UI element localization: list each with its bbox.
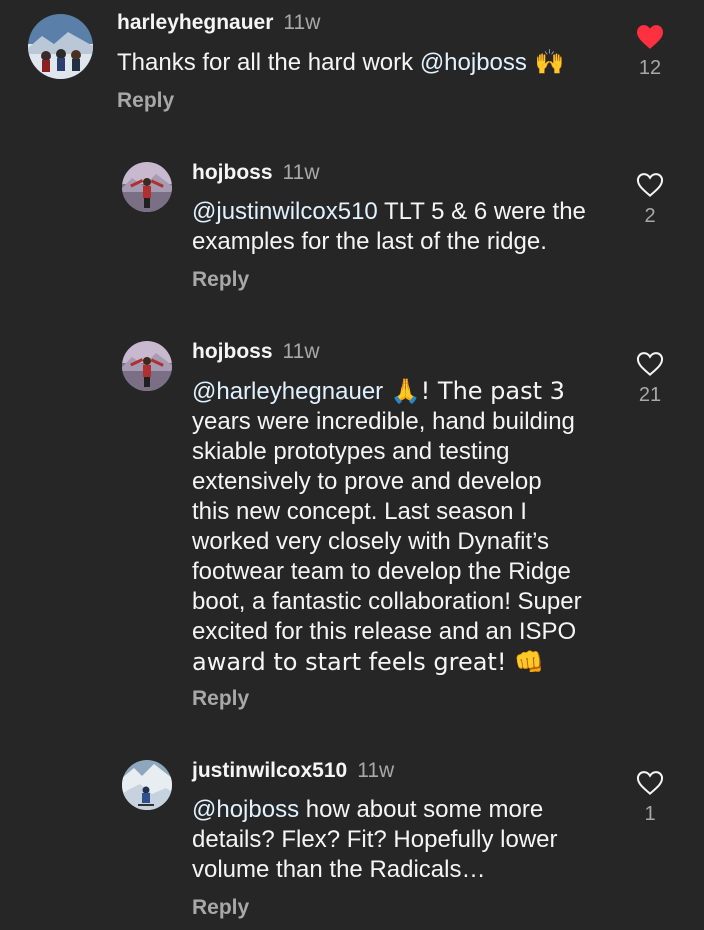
comment-header: harleyhegnauer 11w [117,10,320,36]
username[interactable]: hojboss [192,340,273,363]
comment-line: boot, a fantastic collaboration! Super [192,588,582,615]
comment-line: examples for the last of the ridge. [192,228,547,255]
comment-4: justinwilcox510 11w @hojboss how about so… [0,748,704,930]
like-control: 1 [628,770,672,826]
comment-text: @justinwilcox510 TLT 5 & 6 were the exam… [192,197,586,257]
mention-link[interactable]: @hojboss [420,49,527,76]
comment-line: footwear team to develop the Ridge [192,558,571,585]
reply-button[interactable]: Reply [192,686,249,712]
comment-line: this new concept. Last season I [192,498,527,525]
timestamp: 11w [283,11,321,34]
comment-line: @harleyhegnauer 🙏! The past 3 [192,376,582,407]
comment-line: skiable prototypes and testing [192,438,510,465]
comment-text-start: Thanks for all the hard work [117,49,420,76]
comment-line: years were incredible, hand building [192,408,575,435]
like-count: 21 [638,384,662,406]
username[interactable]: harleyhegnauer [117,11,273,34]
avatar[interactable] [122,760,172,810]
comment-text: @harleyhegnauer 🙏! The past 3 years were… [192,376,582,677]
timestamp: 11w [282,161,320,184]
comment-text-segment: TLT 5 & 6 were the [377,198,586,225]
comment-line: volume than the Radicals… [192,856,486,883]
mention-link[interactable]: @hojboss [192,796,299,823]
like-count: 12 [638,57,662,79]
avatar[interactable] [28,14,93,79]
heart-filled-icon[interactable] [635,24,665,50]
avatar-photo-icon [122,760,172,810]
like-control: 12 [628,24,672,80]
mention-link[interactable]: @justinwilcox510 [192,198,378,225]
comment-3: hojboss 11w @harleyhegnauer 🙏! The past 3… [0,329,704,729]
timestamp: 11w [282,340,320,363]
like-control: 21 [628,351,672,407]
comment-line: award to start feels great! 👊 [192,648,544,676]
heart-outline-icon[interactable] [635,770,665,796]
comment-text: Thanks for all the hard work @hojboss 🙌 [117,47,564,78]
reply-button[interactable]: Reply [192,895,249,921]
like-count: 2 [644,205,656,227]
comment-text-end: 🙌 [526,48,565,76]
comment-line: extensively to prove and develop [192,468,542,495]
reply-button[interactable]: Reply [117,88,174,114]
comment-1: harleyhegnauer 11w Thanks for all the har… [0,0,704,130]
comment-text-segment: 🙏! The past 3 [383,377,565,405]
like-control: 2 [628,172,672,228]
comment-header: justinwilcox510 11w [192,758,394,784]
comment-line: @hojboss how about some more [192,795,558,825]
comment-line: worked very closely with Dynafit’s [192,528,550,555]
like-count: 1 [644,803,656,825]
reply-button[interactable]: Reply [192,267,249,293]
avatar-photo-icon [28,14,93,79]
heart-outline-icon[interactable] [635,351,665,377]
heart-outline-icon[interactable] [635,172,665,198]
comment-2: hojboss 11w @justinwilcox510 TLT 5 & 6 we… [0,150,704,310]
comment-line: excited for this release and an ISPO [192,618,577,645]
comment-header: hojboss 11w [192,160,319,186]
timestamp: 11w [357,759,395,782]
username[interactable]: hojboss [192,161,273,184]
comment-line: details? Flex? Fit? Hopefully lower [192,826,558,853]
avatar[interactable] [122,341,172,391]
avatar-photo-icon [122,341,172,391]
avatar[interactable] [122,162,172,212]
mention-link[interactable]: @harleyhegnauer [192,378,383,405]
avatar-photo-icon [122,162,172,212]
username[interactable]: justinwilcox510 [192,759,347,782]
comment-text-segment: how about some more [299,796,544,823]
comment-line: @justinwilcox510 TLT 5 & 6 were the [192,197,586,227]
comment-header: hojboss 11w [192,339,319,365]
comment-text: @hojboss how about some more details? Fl… [192,795,558,885]
